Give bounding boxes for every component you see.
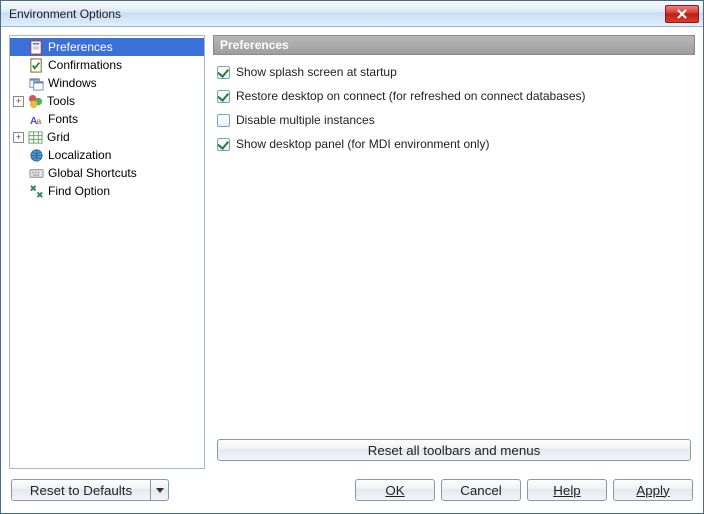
grid-icon bbox=[27, 129, 43, 145]
close-button[interactable] bbox=[665, 5, 699, 23]
tree-node-confirmations[interactable]: Confirmations bbox=[10, 56, 204, 74]
tools-icon bbox=[27, 93, 43, 109]
checkbox-icon[interactable] bbox=[217, 114, 230, 127]
reset-toolbars-row: Reset all toolbars and menus bbox=[217, 435, 691, 461]
spacer bbox=[217, 159, 691, 429]
tree-indent bbox=[12, 40, 26, 54]
tree-node-fonts[interactable]: Aa Fonts bbox=[10, 110, 204, 128]
apply-button[interactable]: Apply bbox=[613, 479, 693, 501]
tree-label: Fonts bbox=[46, 112, 80, 126]
windows-icon bbox=[28, 75, 44, 91]
chevron-down-icon bbox=[156, 488, 164, 493]
option-restore-desktop[interactable]: Restore desktop on connect (for refreshe… bbox=[217, 87, 691, 105]
tree-node-find-option[interactable]: Find Option bbox=[10, 182, 204, 200]
reset-defaults-split-button: Reset to Defaults bbox=[11, 479, 169, 501]
tree-indent bbox=[12, 112, 26, 126]
tree-indent bbox=[12, 166, 26, 180]
tree-label: Find Option bbox=[46, 184, 112, 198]
tree-node-global-shortcuts[interactable]: Global Shortcuts bbox=[10, 164, 204, 182]
option-label: Show desktop panel (for MDI environment … bbox=[236, 137, 489, 151]
tree-node-tools[interactable]: + Tools bbox=[10, 92, 204, 110]
dialog-window: Environment Options Preferences Confirma… bbox=[0, 0, 704, 514]
checkbox-icon[interactable] bbox=[217, 138, 230, 151]
button-label: Cancel bbox=[460, 483, 502, 498]
pane-body: Show splash screen at startup Restore de… bbox=[213, 55, 695, 469]
checkbox-icon[interactable] bbox=[217, 66, 230, 79]
titlebar: Environment Options bbox=[1, 1, 703, 27]
tree-node-preferences[interactable]: Preferences bbox=[10, 38, 204, 56]
tree-label: Localization bbox=[46, 148, 113, 162]
tree-indent bbox=[12, 76, 26, 90]
tree-indent bbox=[12, 148, 26, 162]
option-label: Show splash screen at startup bbox=[236, 65, 397, 79]
help-button[interactable]: Help bbox=[527, 479, 607, 501]
option-label: Restore desktop on connect (for refreshe… bbox=[236, 89, 586, 103]
dialog-body: Preferences Confirmations Windows + bbox=[1, 27, 703, 473]
cancel-button[interactable]: Cancel bbox=[441, 479, 521, 501]
option-disable-multiple[interactable]: Disable multiple instances bbox=[217, 111, 691, 129]
button-label: Help bbox=[553, 483, 580, 498]
reset-defaults-dropdown[interactable] bbox=[151, 479, 169, 501]
pane-header: Preferences bbox=[213, 35, 695, 55]
tree-indent bbox=[12, 184, 26, 198]
confirm-icon bbox=[28, 57, 44, 73]
category-tree[interactable]: Preferences Confirmations Windows + bbox=[9, 35, 205, 469]
close-icon bbox=[677, 9, 687, 19]
tree-label: Global Shortcuts bbox=[46, 166, 139, 180]
button-label: Apply bbox=[636, 483, 669, 498]
expand-icon[interactable]: + bbox=[13, 96, 24, 107]
settings-pane: Preferences Show splash screen at startu… bbox=[213, 35, 695, 469]
option-splash[interactable]: Show splash screen at startup bbox=[217, 63, 691, 81]
reset-toolbars-button[interactable]: Reset all toolbars and menus bbox=[217, 439, 691, 461]
fonts-icon: Aa bbox=[28, 111, 44, 127]
globe-icon bbox=[28, 147, 44, 163]
dialog-footer: Reset to Defaults OK Cancel Help Apply bbox=[1, 473, 703, 513]
button-label: OK bbox=[385, 483, 404, 498]
tree-node-grid[interactable]: + Grid bbox=[10, 128, 204, 146]
keyboard-icon bbox=[28, 165, 44, 181]
window-title: Environment Options bbox=[9, 7, 665, 21]
tree-indent bbox=[12, 58, 26, 72]
tree-node-localization[interactable]: Localization bbox=[10, 146, 204, 164]
page-icon bbox=[28, 39, 44, 55]
checkbox-icon[interactable] bbox=[217, 90, 230, 103]
tree-node-windows[interactable]: Windows bbox=[10, 74, 204, 92]
svg-text:a: a bbox=[36, 116, 41, 126]
tree-label: Grid bbox=[45, 130, 72, 144]
tree-label: Tools bbox=[45, 94, 77, 108]
find-icon bbox=[28, 183, 44, 199]
tree-label: Windows bbox=[46, 76, 99, 90]
tree-label: Confirmations bbox=[46, 58, 124, 72]
option-label: Disable multiple instances bbox=[236, 113, 375, 127]
button-label: Reset to Defaults bbox=[30, 483, 132, 498]
reset-defaults-button[interactable]: Reset to Defaults bbox=[11, 479, 151, 501]
tree-label: Preferences bbox=[46, 40, 115, 54]
expand-icon[interactable]: + bbox=[13, 132, 24, 143]
option-desktop-panel[interactable]: Show desktop panel (for MDI environment … bbox=[217, 135, 691, 153]
ok-button[interactable]: OK bbox=[355, 479, 435, 501]
